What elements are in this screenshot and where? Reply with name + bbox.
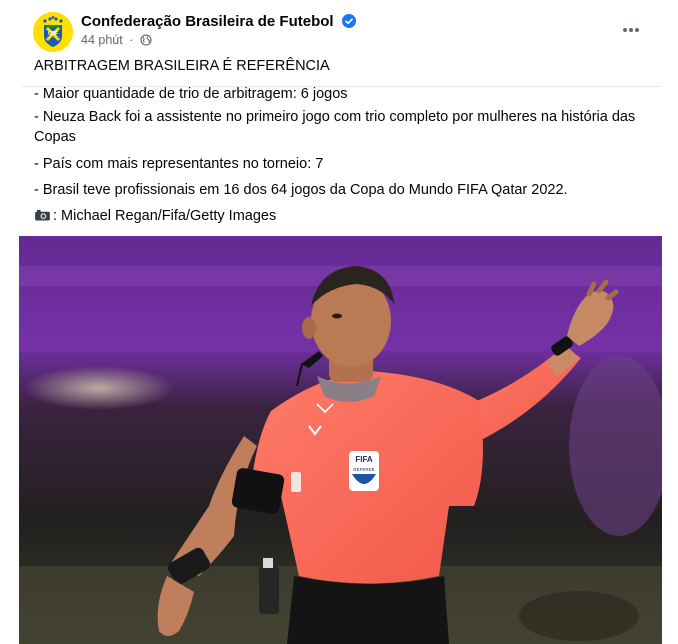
post-line-4: - País com mais representantes no tornei… [34, 156, 324, 172]
post-time[interactable]: 44 phút [81, 33, 123, 47]
post-photo[interactable]: FIFA REFEREE 2022 [19, 236, 662, 644]
post-line-2: - Neuza Back foi a assistente no primeir… [34, 109, 636, 125]
badge-fifa-text: FIFA [355, 455, 373, 464]
post-line-3: Copas [34, 129, 76, 145]
meta-separator: · [129, 33, 134, 47]
post-headline: ARBITRAGEM BRASILEIRA É REFERÊNCIA [34, 58, 330, 74]
badge-year-text: 2022 [360, 483, 370, 488]
globe-icon[interactable] [140, 34, 152, 46]
post-line-5: - Brasil teve profissionais em 16 dos 64… [34, 182, 568, 198]
more-options-icon [623, 28, 639, 32]
cbf-logo: CBF [33, 12, 73, 52]
facebook-post: CBF Confederação Brasileira de Futebol 4… [0, 0, 678, 644]
page-name-text[interactable]: Confederação Brasileira de Futebol [81, 13, 334, 30]
photo-credit-text: : Michael Regan/Fifa/Getty Images [53, 208, 277, 224]
post-line-1: - Maior quantidade de trio de arbitragem… [34, 86, 348, 102]
more-options-button[interactable] [613, 16, 649, 44]
photo-credit: : Michael Regan/Fifa/Getty Images [34, 208, 276, 224]
page-avatar[interactable]: CBF [33, 12, 73, 52]
svg-text:CBF: CBF [48, 31, 58, 37]
post-meta: 44 phút · [81, 33, 152, 47]
page-name[interactable]: Confederação Brasileira de Futebol [81, 13, 356, 30]
referee-photo: FIFA REFEREE 2022 [19, 236, 662, 644]
camera-icon [35, 209, 50, 221]
badge-referee-text: REFEREE [353, 467, 374, 472]
verified-badge-icon [341, 14, 356, 28]
